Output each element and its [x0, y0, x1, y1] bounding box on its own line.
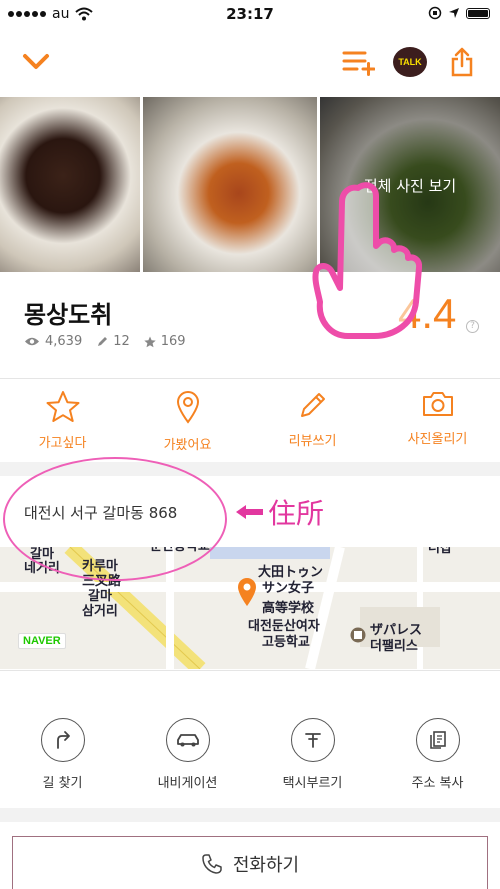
phone-icon — [202, 854, 222, 874]
battery-icon — [466, 7, 490, 19]
restaurant-stats: 4,639 12 169 — [24, 334, 186, 349]
map-label: サン女子 — [262, 581, 315, 596]
want-to-go-button[interactable]: 가고싶다 — [0, 380, 125, 460]
status-bar: au 23:17 — [0, 0, 500, 30]
playlist-add-icon — [342, 51, 375, 76]
favorites-stat: 169 — [144, 334, 186, 349]
call-taxi-label: 택시부르기 — [282, 776, 343, 791]
pencil-icon — [300, 393, 325, 417]
section-separator — [0, 808, 500, 822]
upload-photo-label: 사진올리기 — [407, 432, 468, 447]
want-to-go-label: 가고싶다 — [38, 436, 87, 451]
car-icon — [176, 734, 199, 747]
copy-address-label: 주소 복사 — [411, 776, 464, 791]
restaurant-name: 몽상도취 — [24, 301, 113, 329]
chevron-down-icon — [23, 54, 49, 69]
rotation-lock-icon — [428, 6, 442, 20]
location-pin-icon — [176, 391, 199, 424]
status-time: 23:17 — [226, 5, 274, 23]
navigation-button[interactable]: 내비게이션 — [125, 718, 250, 798]
map-label: 고등학교 — [262, 635, 310, 650]
reviews-count: 12 — [113, 334, 130, 349]
call-button[interactable]: 전화하기 — [12, 836, 488, 889]
call-taxi-button[interactable]: 택시부르기 — [250, 718, 375, 798]
navigation-label: 내비게이션 — [157, 776, 218, 791]
views-count: 4,639 — [45, 334, 83, 349]
photo-eggplant-dish[interactable] — [0, 97, 140, 272]
map-label: 삼거리 — [82, 604, 118, 619]
collapse-button[interactable] — [16, 42, 56, 82]
map-marker-icon — [238, 578, 256, 606]
reviews-stat: 12 — [96, 334, 130, 349]
share-button[interactable] — [442, 42, 482, 82]
write-review-button[interactable]: 리뷰쓰기 — [250, 380, 375, 460]
divider — [0, 670, 500, 671]
building-icon — [350, 627, 366, 643]
naver-logo: NAVER — [18, 633, 66, 649]
map-label: 大田トゥン — [258, 565, 324, 580]
directions-label: 길 찾기 — [42, 776, 83, 791]
star-small-icon — [144, 336, 156, 347]
map-label: 더샵 — [428, 547, 452, 556]
map-label: 갈마 — [88, 589, 112, 604]
address-annotation-label: 住所 — [268, 497, 325, 530]
taxi-icon — [304, 733, 321, 748]
star-icon — [46, 391, 79, 422]
kakaotalk-icon: TALK — [393, 47, 427, 77]
map-label: ザパレス — [370, 623, 423, 638]
top-bar: TALK — [0, 30, 500, 94]
copy-icon — [429, 731, 446, 749]
add-to-list-button[interactable] — [338, 42, 378, 82]
been-there-label: 가봤어요 — [163, 438, 212, 453]
photo-gallery: 전체 사진 보기 — [0, 97, 500, 272]
location-action-bar: 길 찾기 내비게이션 택시부르기 주소 복사 — [0, 718, 500, 798]
address-highlight-circle — [3, 457, 227, 581]
location-arrow-icon — [449, 8, 459, 18]
views-stat: 4,639 — [24, 334, 82, 349]
taxi-icon-ring — [290, 718, 335, 762]
kakaotalk-share-button[interactable]: TALK — [390, 42, 430, 82]
favorites-count: 169 — [160, 334, 186, 349]
directions-icon — [56, 731, 70, 749]
map-label: 高等学校 — [262, 601, 315, 616]
arrow-left-icon — [236, 505, 263, 519]
upload-photo-button[interactable]: 사진올리기 — [375, 380, 500, 460]
copy-address-button[interactable]: 주소 복사 — [375, 718, 500, 798]
directions-icon-ring — [40, 718, 85, 762]
address-annotation: 住所 — [234, 492, 324, 532]
pencil-small-icon — [98, 336, 108, 346]
camera-icon — [422, 392, 453, 416]
pointing-hand-annotation — [312, 182, 422, 339]
map-label: 대전둔산여자 — [248, 619, 320, 634]
status-right — [428, 6, 490, 20]
action-bar: 가고싶다 가봤어요 리뷰쓰기 사진올리기 — [0, 380, 500, 460]
eye-icon — [25, 337, 39, 346]
directions-button[interactable]: 길 찾기 — [0, 718, 125, 798]
copy-icon-ring — [415, 718, 460, 762]
rating-help-icon[interactable]: ? — [466, 320, 479, 333]
been-there-button[interactable]: 가봤어요 — [125, 380, 250, 460]
map-label: 더팰리스 — [370, 639, 418, 654]
write-review-label: 리뷰쓰기 — [288, 434, 337, 449]
photo-fried-chicken-dish[interactable] — [143, 97, 317, 272]
call-label: 전화하기 — [232, 855, 300, 876]
navigation-icon-ring — [165, 718, 210, 762]
divider — [0, 378, 500, 379]
share-icon — [451, 47, 473, 77]
